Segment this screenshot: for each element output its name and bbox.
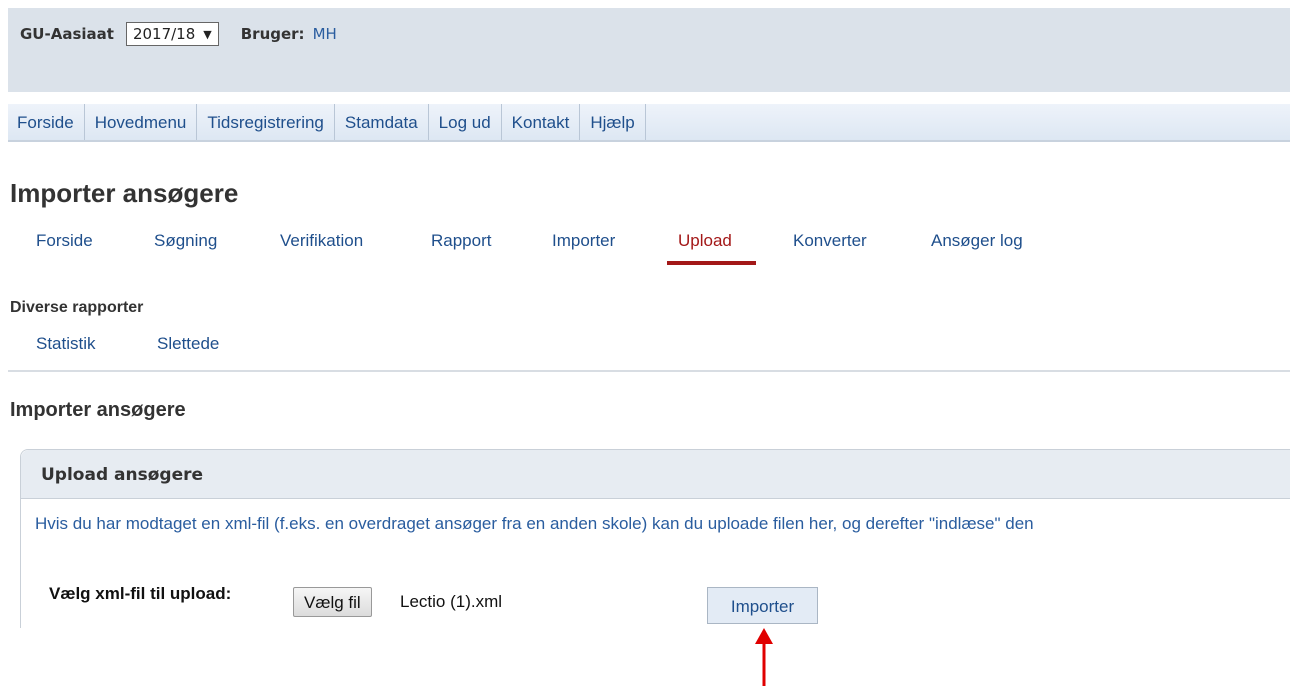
annotation-arrow-icon <box>755 628 773 686</box>
main-nav-log-ud[interactable]: Log ud <box>429 104 502 140</box>
sub-nav-konverter[interactable]: Konverter <box>793 231 867 251</box>
panel-header: Upload ansøgere <box>21 450 1290 499</box>
main-nav-stamdata[interactable]: Stamdata <box>335 104 429 140</box>
sub-nav-ansoeger-log[interactable]: Ansøger log <box>931 231 1023 251</box>
panel-title: Upload ansøgere <box>41 465 204 485</box>
active-tab-underline <box>667 261 756 265</box>
year-select[interactable]: 2017/18 ▼ <box>125 22 219 46</box>
choose-file-button[interactable]: Vælg fil <box>293 587 372 617</box>
sub-nav-importer[interactable]: Importer <box>552 231 615 251</box>
sub-nav-verifikation[interactable]: Verifikation <box>280 231 363 251</box>
section-title: Importer ansøgere <box>10 399 186 421</box>
main-nav: Forside Hovedmenu Tidsregistrering Stamd… <box>8 104 1290 142</box>
sub-nav-soegning[interactable]: Søgning <box>154 231 217 251</box>
sub-nav-rapport[interactable]: Rapport <box>431 231 491 251</box>
import-button[interactable]: Importer <box>707 587 818 624</box>
user-name[interactable]: MH <box>313 25 337 43</box>
main-nav-hovedmenu[interactable]: Hovedmenu <box>85 104 198 140</box>
report-link-statistik[interactable]: Statistik <box>36 334 96 354</box>
user-label: Bruger: <box>240 25 305 43</box>
top-header: GU-Aasiaat 2017/18 ▼ Bruger: MH <box>8 8 1290 92</box>
reports-label: Diverse rapporter <box>10 299 144 316</box>
page-title: Importer ansøgere <box>10 178 239 208</box>
dropdown-arrow-icon: ▼ <box>203 27 212 41</box>
upload-panel: Upload ansøgere Hvis du har modtaget en … <box>20 449 1290 628</box>
sub-nav-upload[interactable]: Upload <box>678 231 732 251</box>
main-nav-tidsregistrering[interactable]: Tidsregistrering <box>197 104 335 140</box>
panel-description: Hvis du har modtaget en xml-fil (f.eks. … <box>35 514 1034 533</box>
year-value: 2017/18 <box>132 25 196 43</box>
file-label: Vælg xml-fil til upload: <box>49 584 232 603</box>
selected-file-name: Lectio (1).xml <box>400 592 503 611</box>
school-name: GU-Aasiaat <box>20 25 114 43</box>
main-nav-forside[interactable]: Forside <box>8 104 85 140</box>
main-nav-kontakt[interactable]: Kontakt <box>502 104 581 140</box>
main-nav-hjaelp[interactable]: Hjælp <box>580 104 646 140</box>
sub-nav-forside[interactable]: Forside <box>36 231 93 251</box>
divider <box>8 370 1290 372</box>
report-link-slettede[interactable]: Slettede <box>157 334 219 354</box>
header-line: GU-Aasiaat 2017/18 ▼ Bruger: MH <box>20 22 337 46</box>
